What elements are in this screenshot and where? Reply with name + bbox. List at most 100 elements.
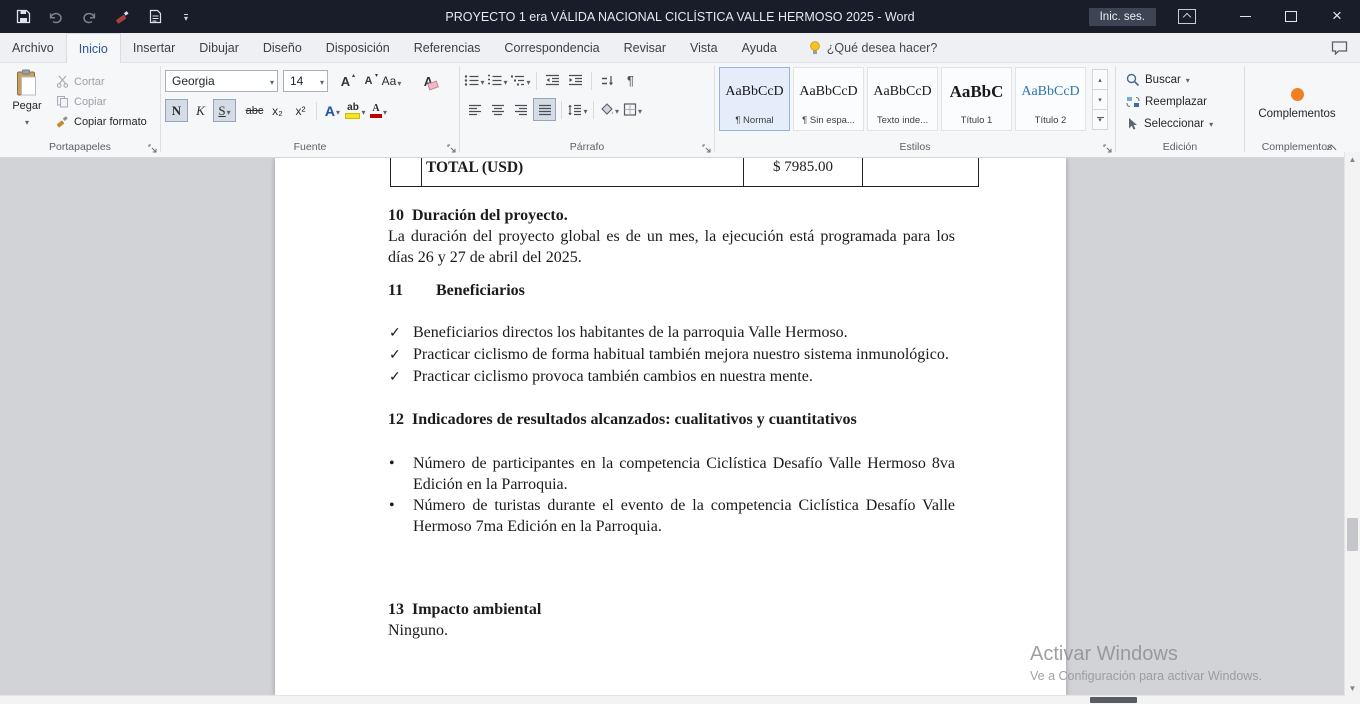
undo-button[interactable] [47, 8, 65, 26]
tab-disposicion[interactable]: Disposición [314, 33, 402, 62]
show-marks-button[interactable]: ¶ [620, 70, 641, 91]
shading-button[interactable] [599, 99, 620, 120]
tell-me-box[interactable]: ¿Qué desea hacer? [799, 33, 948, 62]
shrink-font-button[interactable]: A [358, 71, 379, 92]
highlight-color-button[interactable]: ab [345, 100, 366, 121]
paste-button[interactable]: Pegar [4, 65, 50, 140]
copy-button[interactable]: Copiar [56, 93, 147, 110]
tab-archivo[interactable]: Archivo [0, 33, 66, 62]
strikethrough-button[interactable]: abc [244, 100, 265, 121]
maximize-button[interactable] [1268, 0, 1314, 33]
paragraph-ninguno[interactable]: Ninguno. [388, 620, 955, 641]
list-item[interactable]: Practicar ciclismo provoca también cambi… [388, 366, 955, 388]
styles-scroll-up-button[interactable] [1092, 69, 1108, 90]
dialog-launcher-icon[interactable] [147, 143, 158, 154]
dialog-launcher-icon[interactable] [1102, 143, 1113, 154]
heading-10[interactable]: 10 Duración del proyecto. [388, 205, 955, 226]
text-effects-button[interactable]: A [322, 100, 343, 121]
list-item[interactable]: Número de turistas durante el evento de … [388, 495, 955, 537]
line-spacing-button[interactable] [567, 99, 588, 120]
table-cell-total-label[interactable]: TOTAL (USD) [422, 158, 743, 186]
font-size-select[interactable]: 14 [283, 70, 328, 92]
style-titulo-2[interactable]: AaBbCcD Título 2 [1015, 67, 1086, 131]
table-cell-total-amount[interactable]: $ 7985.00 [743, 158, 863, 186]
format-painter-button[interactable]: Copiar formato [56, 113, 147, 130]
list-item[interactable]: Practicar ciclismo de forma habitual tam… [388, 344, 955, 366]
tab-correspondencia[interactable]: Correspondencia [492, 33, 611, 62]
vertical-scroll-thumb[interactable] [1347, 518, 1358, 551]
scroll-down-button[interactable] [1345, 681, 1360, 696]
table-cell[interactable] [391, 158, 422, 186]
bold-button[interactable]: N [165, 99, 188, 122]
borders-button[interactable] [622, 99, 643, 120]
tab-vista[interactable]: Vista [678, 33, 730, 62]
list-item[interactable]: Beneficiarios directos los habitantes de… [388, 322, 955, 344]
document-table-row[interactable]: TOTAL (USD) $ 7985.00 [390, 158, 979, 187]
font-name-select[interactable]: Georgia [165, 70, 278, 92]
tab-revisar[interactable]: Revisar [612, 33, 678, 62]
replace-button[interactable]: Reemplazar [1126, 93, 1213, 110]
heading-11[interactable]: 11 Beneficiarios [388, 280, 955, 301]
styles-more-button[interactable] [1092, 109, 1108, 130]
horizontal-scroll-thumb[interactable] [1090, 697, 1137, 703]
align-left-button[interactable] [464, 99, 485, 120]
underline-button[interactable]: S [213, 99, 236, 122]
chevron-down-icon [361, 103, 365, 118]
heading-12[interactable]: 12 Indicadores de resultados alcanzados:… [388, 409, 955, 430]
dialog-launcher-icon[interactable] [701, 143, 712, 154]
feedback-button[interactable] [1331, 33, 1348, 62]
font-color-button[interactable]: A [368, 100, 389, 121]
table-cell[interactable] [863, 158, 978, 186]
heading-number: 11 [388, 280, 436, 301]
align-right-button[interactable] [510, 99, 531, 120]
increase-indent-button[interactable] [565, 70, 586, 91]
document-page[interactable]: TOTAL (USD) $ 7985.00 10 Duración del pr… [275, 158, 1066, 696]
heading-13[interactable]: 13 Impacto ambiental [388, 599, 955, 620]
minimize-button[interactable] [1222, 0, 1268, 33]
style-texto-independiente[interactable]: AaBbCcD Texto inde... [867, 67, 938, 131]
tab-dibujar[interactable]: Dibujar [187, 33, 251, 62]
cut-button[interactable]: Cortar [56, 73, 147, 90]
find-button[interactable]: Buscar [1126, 71, 1213, 88]
scroll-up-button[interactable] [1345, 152, 1360, 167]
select-button[interactable]: Seleccionar [1126, 115, 1213, 132]
tab-diseno[interactable]: Diseño [251, 33, 314, 62]
italic-button[interactable]: K [190, 100, 211, 121]
tab-ayuda[interactable]: Ayuda [730, 33, 789, 62]
align-center-button[interactable] [487, 99, 508, 120]
style-titulo-1[interactable]: AaBbC Título 1 [941, 67, 1012, 131]
tab-inicio[interactable]: Inicio [66, 33, 121, 63]
horizontal-scrollbar[interactable] [0, 695, 1345, 704]
style-normal[interactable]: AaBbCcD ¶ Normal [719, 67, 790, 131]
tab-referencias[interactable]: Referencias [402, 33, 493, 62]
list-item[interactable]: Número de participantes en la competenci… [388, 453, 955, 495]
addins-button[interactable]: Complementos [1258, 86, 1335, 120]
grow-font-icon: A [341, 74, 350, 89]
tab-insertar[interactable]: Insertar [121, 33, 187, 62]
draw-pen-button[interactable] [113, 8, 131, 26]
style-sin-espaciado[interactable]: AaBbCcD ¶ Sin espa... [793, 67, 864, 131]
superscript-button[interactable]: x² [290, 100, 311, 121]
redo-button[interactable] [80, 8, 98, 26]
decrease-indent-button[interactable] [542, 70, 563, 91]
collapse-ribbon-button[interactable] [1326, 143, 1338, 153]
dialog-launcher-icon[interactable] [446, 143, 457, 154]
paragraph-duracion[interactable]: La duración del proyecto global es de un… [388, 226, 955, 268]
bullets-button[interactable] [464, 70, 485, 91]
change-case-button[interactable]: Aa [381, 71, 402, 92]
multilevel-list-button[interactable] [510, 70, 531, 91]
justify-button[interactable] [533, 98, 556, 121]
styles-scroll-down-button[interactable] [1092, 89, 1108, 110]
vertical-scrollbar[interactable] [1344, 152, 1360, 696]
clear-formatting-button[interactable]: A [418, 71, 439, 92]
style-name: Título 1 [961, 115, 993, 126]
grow-font-button[interactable]: A [335, 71, 356, 92]
numbering-button[interactable] [487, 70, 508, 91]
customize-qat-button[interactable] [179, 8, 193, 26]
ribbon-display-options-button[interactable] [1178, 9, 1196, 24]
subscript-button[interactable]: x₂ [267, 100, 288, 121]
save-button[interactable] [14, 8, 32, 26]
sort-button[interactable] [597, 70, 618, 91]
close-button[interactable] [1314, 0, 1360, 33]
document-button[interactable] [146, 8, 164, 26]
